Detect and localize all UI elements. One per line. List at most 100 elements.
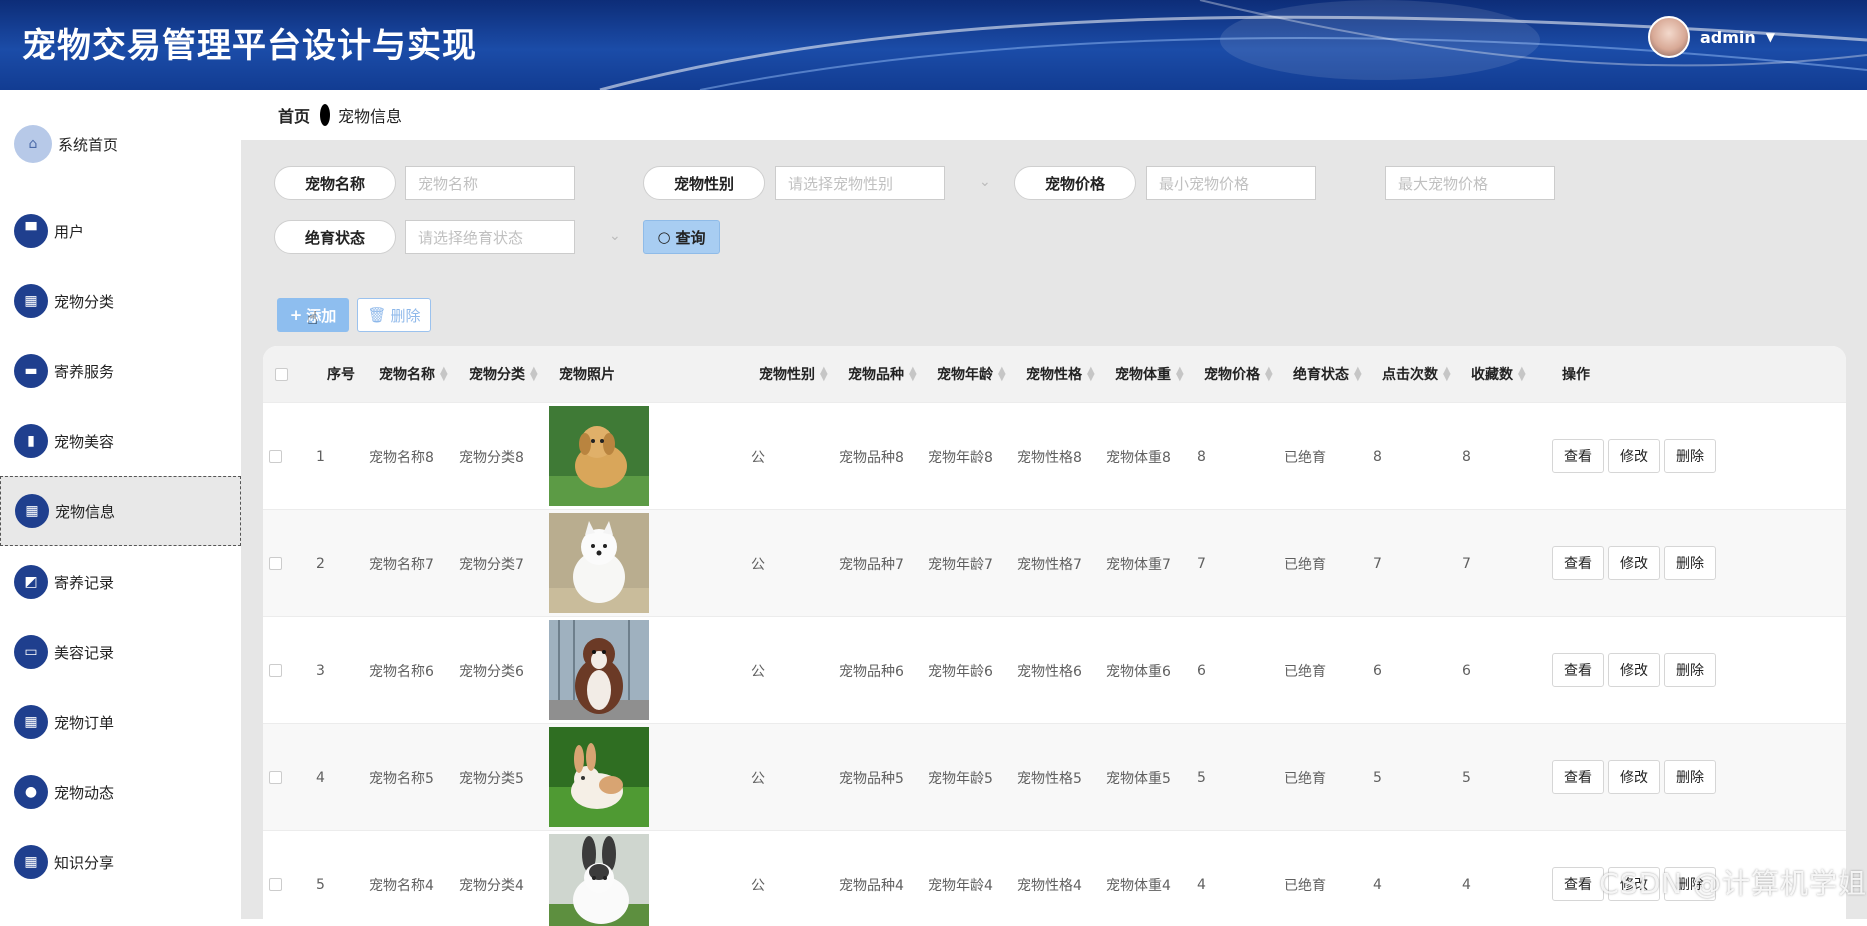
col-favorites[interactable]: 收藏数 ▲ ▼ [1471,346,1526,402]
cell-index: 4 [316,769,325,786]
sidebar-item-0[interactable]: ⌂ 系统首页 [0,109,241,179]
col-sterile[interactable]: 绝育状态 ▲ ▼ [1293,346,1362,402]
cell-category: 宠物分类7 [459,556,524,573]
cell-breed: 宠物品种4 [839,877,904,894]
sidebar-item-9[interactable]: ● 宠物动态 [0,757,241,827]
cell-index: 2 [316,555,325,572]
delete-button[interactable]: 删除 [1664,439,1716,473]
cell-age: 宠物年龄8 [928,449,993,466]
chevron-down-icon[interactable]: ⌄ [609,228,621,244]
pet-name-input[interactable]: 宠物名称 [405,166,575,200]
cell-breed: 宠物品种5 [839,770,904,787]
pet-price-label: 宠物价格 [1014,166,1136,200]
col-breed[interactable]: 宠物品种 ▲ ▼ [848,346,917,402]
row-checkbox[interactable] [269,724,282,831]
sidebar-item-4[interactable]: ▮ 宠物美容 [0,406,241,476]
table-row: 1 宠物名称8 宠物分类8 公 宠物品种8 宠物年龄8 宠物性格8 宠物体重8 8 已绝育 8 8 查看… [263,402,1846,509]
row-checkbox[interactable] [269,617,282,724]
sidebar-item-label: 宠物美容 [54,432,115,451]
cell-breed: 宠物品种7 [839,556,904,573]
cell-temper: 宠物性格7 [1017,556,1082,573]
pet-photo-golden-puppy [549,406,649,506]
user-menu[interactable]: admin ▼ [1647,16,1775,58]
cell-index: 3 [316,662,325,679]
grid-icon: ▦ [15,494,49,528]
delete-button[interactable]: 删除 [1664,546,1716,580]
cell-favorites: 5 [1462,769,1471,786]
sidebar-item-10[interactable]: ▦ 知识分享 [0,827,241,897]
query-button[interactable]: ○ 查询 [643,220,720,254]
cell-category: 宠物分类8 [459,449,524,466]
view-button[interactable]: 查看 [1552,439,1604,473]
app-title: 宠物交易管理平台设计与实现 [22,26,477,66]
breadcrumb-home[interactable]: 首页 [278,103,310,127]
home-icon: ⌂ [14,125,52,163]
cell-clicks: 8 [1373,448,1382,465]
col-temper[interactable]: 宠物性格 ▲ ▼ [1026,346,1095,402]
chevron-down-icon[interactable]: ⌄ [979,174,991,190]
caret-down-icon[interactable]: ▼ [1766,30,1775,44]
cell-favorites: 8 [1462,448,1471,465]
edit-button[interactable]: 修改 [1608,760,1660,794]
edit-button[interactable]: 修改 [1608,653,1660,687]
sidebar-item-5[interactable]: ▦ 宠物信息 [0,476,241,546]
breadcrumb-current: 宠物信息 [338,107,403,126]
sidebar-item-6[interactable]: ◩ 寄养记录 [0,547,241,617]
sidebar-item-label: 宠物分类 [54,292,115,311]
table-row: 4 宠物名称5 宠物分类5 公 宠物品种5 宠物年龄5 宠物性格5 宠物体重5 5 已绝育 5 5 查看… [263,723,1846,830]
edit-button[interactable]: 修改 [1608,439,1660,473]
cell-category: 宠物分类5 [459,770,524,787]
pet-gender-select[interactable]: 请选择宠物性别 [775,166,945,200]
cell-age: 宠物年龄6 [928,663,993,680]
sidebar-item-label: 知识分享 [54,853,115,872]
username[interactable]: admin [1700,28,1756,47]
line-chart-icon: ◩ [14,565,48,599]
delete-button[interactable]: 删除 [1664,653,1716,687]
price-min-input[interactable]: 最小宠物价格 [1146,166,1316,200]
view-button[interactable]: 查看 [1552,867,1604,901]
col-clicks[interactable]: 点击次数 ▲ ▼ [1382,346,1451,402]
col-gender[interactable]: 宠物性别 ▲ ▼ [759,346,828,402]
sort-icon: ▲ ▼ [1354,365,1362,383]
row-checkbox[interactable] [269,403,282,510]
row-checkbox[interactable] [269,831,282,926]
sidebar-item-7[interactable]: ▭ 美容记录 [0,617,241,687]
grid-icon: ▦ [14,284,48,318]
view-button[interactable]: 查看 [1552,546,1604,580]
cell-age: 宠物年龄4 [928,877,993,894]
price-max-input[interactable]: 最大宠物价格 [1385,166,1555,200]
batch-delete-button[interactable]: 🗑 删除 [357,298,431,332]
sort-icon: ▲ ▼ [1087,365,1095,383]
col-price[interactable]: 宠物价格 ▲ ▼ [1204,346,1273,402]
app-header: 宠物交易管理平台设计与实现 admin ▼ [0,0,1867,90]
col-weight[interactable]: 宠物体重 ▲ ▼ [1115,346,1184,402]
cell-price: 4 [1197,876,1206,893]
sidebar-item-3[interactable]: ▬ 寄养服务 [0,336,241,406]
view-button[interactable]: 查看 [1552,653,1604,687]
delete-button[interactable]: 删除 [1664,760,1716,794]
sidebar-item-2[interactable]: ▦ 宠物分类 [0,266,241,336]
cell-temper: 宠物性格8 [1017,449,1082,466]
pet-gender-label: 宠物性别 [643,166,765,200]
sidebar-item-8[interactable]: ▦ 宠物订单 [0,687,241,757]
row-checkbox[interactable] [269,510,282,617]
col-category[interactable]: 宠物分类 ▲ ▼ [469,346,538,402]
plus-icon: + [289,306,303,324]
cell-price: 6 [1197,662,1206,679]
sort-icon: ▲ ▼ [440,365,448,383]
breadcrumb: 首页 宠物信息 [241,90,1867,140]
sort-icon: ▲ ▼ [998,365,1006,383]
sterile-status-select[interactable]: 请选择绝育状态 [405,220,575,254]
cell-name: 宠物名称8 [369,449,434,466]
select-all-checkbox[interactable] [275,346,288,402]
cell-clicks: 4 [1373,876,1382,893]
col-age[interactable]: 宠物年龄 ▲ ▼ [937,346,1006,402]
avatar[interactable] [1647,16,1690,58]
edit-button[interactable]: 修改 [1608,546,1660,580]
cell-favorites: 6 [1462,662,1471,679]
sidebar-item-label: 寄养服务 [54,362,115,381]
sidebar-item-1[interactable]: ▀ 用户 [0,196,241,266]
user-icon: ● [14,775,48,809]
view-button[interactable]: 查看 [1552,760,1604,794]
col-name[interactable]: 宠物名称 ▲ ▼ [379,346,448,402]
